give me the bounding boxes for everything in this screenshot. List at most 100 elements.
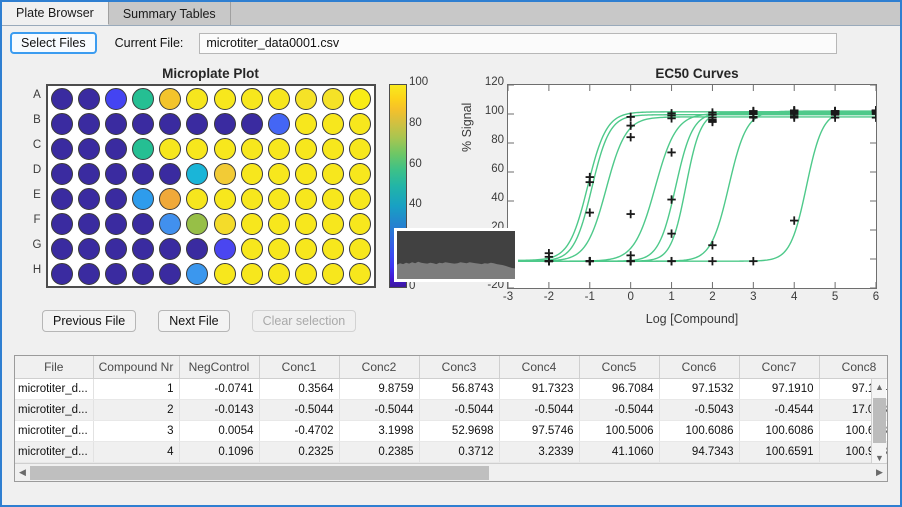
plate-well-A6[interactable]	[186, 88, 208, 110]
plate-well-C2[interactable]	[78, 138, 100, 160]
plate-well-F1[interactable]	[51, 213, 73, 235]
scroll-left-arrow-icon[interactable]: ◀	[15, 465, 30, 481]
plate-well-D10[interactable]	[295, 163, 317, 185]
column-header-conc7[interactable]: Conc7	[739, 356, 819, 378]
plate-well-C11[interactable]	[322, 138, 344, 160]
plate-well-E3[interactable]	[105, 188, 127, 210]
plate-well-H4[interactable]	[132, 263, 154, 285]
next-file-button[interactable]: Next File	[158, 310, 229, 332]
plate-well-B1[interactable]	[51, 113, 73, 135]
column-header-conc3[interactable]: Conc3	[419, 356, 499, 378]
table-cell-conc6[interactable]: 94.7343	[659, 441, 739, 462]
plate-well-F2[interactable]	[78, 213, 100, 235]
table-cell-conc6[interactable]: 100.6086	[659, 420, 739, 441]
table-horizontal-scrollbar[interactable]: ◀ ▶	[15, 463, 887, 481]
table-cell-conc1[interactable]: 0.2325	[259, 441, 339, 462]
table-cell-conc7[interactable]: 100.6591	[739, 441, 819, 462]
plate-well-C7[interactable]	[214, 138, 236, 160]
table-cell-file[interactable]: microtiter_d...	[15, 420, 93, 441]
plate-well-F8[interactable]	[241, 213, 263, 235]
table-cell-conc3[interactable]: 52.9698	[419, 420, 499, 441]
plate-well-H9[interactable]	[268, 263, 290, 285]
table-cell-compound-nr[interactable]: 2	[93, 399, 179, 420]
plate-well-D11[interactable]	[322, 163, 344, 185]
plate-well-F12[interactable]	[349, 213, 371, 235]
horizontal-scroll-thumb[interactable]	[30, 466, 489, 480]
plate-well-B2[interactable]	[78, 113, 100, 135]
plate-well-H2[interactable]	[78, 263, 100, 285]
plate-well-C3[interactable]	[105, 138, 127, 160]
plate-well-F4[interactable]	[132, 213, 154, 235]
plate-well-E6[interactable]	[186, 188, 208, 210]
table-cell-negcontrol[interactable]: -0.0741	[179, 378, 259, 399]
plate-well-D3[interactable]	[105, 163, 127, 185]
table-cell-conc7[interactable]: -0.4544	[739, 399, 819, 420]
column-header-conc1[interactable]: Conc1	[259, 356, 339, 378]
plate-well-E12[interactable]	[349, 188, 371, 210]
plate-well-F6[interactable]	[186, 213, 208, 235]
plate-well-A7[interactable]	[214, 88, 236, 110]
table-cell-conc3[interactable]: 56.8743	[419, 378, 499, 399]
scroll-right-arrow-icon[interactable]: ▶	[872, 465, 887, 481]
column-header-conc8[interactable]: Conc8	[819, 356, 888, 378]
plate-well-A9[interactable]	[268, 88, 290, 110]
plate-well-E1[interactable]	[51, 188, 73, 210]
current-file-value[interactable]: microtiter_data0001.csv	[199, 33, 837, 54]
plate-well-G11[interactable]	[322, 238, 344, 260]
plate-well-B3[interactable]	[105, 113, 127, 135]
plate-well-G8[interactable]	[241, 238, 263, 260]
plate-well-E9[interactable]	[268, 188, 290, 210]
table-cell-conc7[interactable]: 100.6086	[739, 420, 819, 441]
table-cell-conc6[interactable]: -0.5043	[659, 399, 739, 420]
plate-well-E8[interactable]	[241, 188, 263, 210]
table-cell-conc3[interactable]: -0.5044	[419, 399, 499, 420]
plate-well-G1[interactable]	[51, 238, 73, 260]
table-cell-conc4[interactable]: 91.7323	[499, 378, 579, 399]
plate-well-D4[interactable]	[132, 163, 154, 185]
column-header-conc4[interactable]: Conc4	[499, 356, 579, 378]
plate-well-C8[interactable]	[241, 138, 263, 160]
table-row[interactable]: microtiter_d...1-0.07410.35649.875956.87…	[15, 378, 888, 399]
plate-well-G12[interactable]	[349, 238, 371, 260]
plate-well-H1[interactable]	[51, 263, 73, 285]
table-cell-conc4[interactable]: 3.2339	[499, 441, 579, 462]
plate-well-F3[interactable]	[105, 213, 127, 235]
plate-well-C1[interactable]	[51, 138, 73, 160]
table-cell-conc1[interactable]: -0.4702	[259, 420, 339, 441]
table-cell-conc7[interactable]: 97.1910	[739, 378, 819, 399]
plate-well-F11[interactable]	[322, 213, 344, 235]
plate-well-G10[interactable]	[295, 238, 317, 260]
plate-well-B5[interactable]	[159, 113, 181, 135]
plate-well-H6[interactable]	[186, 263, 208, 285]
plate-well-E4[interactable]	[132, 188, 154, 210]
scroll-up-arrow-icon[interactable]: ▲	[872, 379, 887, 394]
plate-well-A11[interactable]	[322, 88, 344, 110]
table-cell-conc6[interactable]: 97.1532	[659, 378, 739, 399]
column-header-conc5[interactable]: Conc5	[579, 356, 659, 378]
plate-well-E5[interactable]	[159, 188, 181, 210]
plate-well-B7[interactable]	[214, 113, 236, 135]
table-cell-conc2[interactable]: -0.5044	[339, 399, 419, 420]
plate-well-D12[interactable]	[349, 163, 371, 185]
plate-well-H5[interactable]	[159, 263, 181, 285]
table-cell-file[interactable]: microtiter_d...	[15, 441, 93, 462]
plate-well-B8[interactable]	[241, 113, 263, 135]
plate-well-C12[interactable]	[349, 138, 371, 160]
plate-well-H3[interactable]	[105, 263, 127, 285]
table-cell-conc2[interactable]: 9.8759	[339, 378, 419, 399]
table-cell-conc2[interactable]: 3.1998	[339, 420, 419, 441]
table-cell-negcontrol[interactable]: 0.1096	[179, 441, 259, 462]
plate-well-C5[interactable]	[159, 138, 181, 160]
plate-well-B4[interactable]	[132, 113, 154, 135]
plate-well-B6[interactable]	[186, 113, 208, 135]
plate-well-D2[interactable]	[78, 163, 100, 185]
plate-well-B11[interactable]	[322, 113, 344, 135]
plate-well-A5[interactable]	[159, 88, 181, 110]
microplate-plot[interactable]	[46, 84, 376, 288]
plate-well-C6[interactable]	[186, 138, 208, 160]
column-header-compound-nr[interactable]: Compound Nr	[93, 356, 179, 378]
previous-file-button[interactable]: Previous File	[42, 310, 136, 332]
plate-well-B9[interactable]	[268, 113, 290, 135]
table-cell-conc5[interactable]: 41.1060	[579, 441, 659, 462]
plate-well-A8[interactable]	[241, 88, 263, 110]
